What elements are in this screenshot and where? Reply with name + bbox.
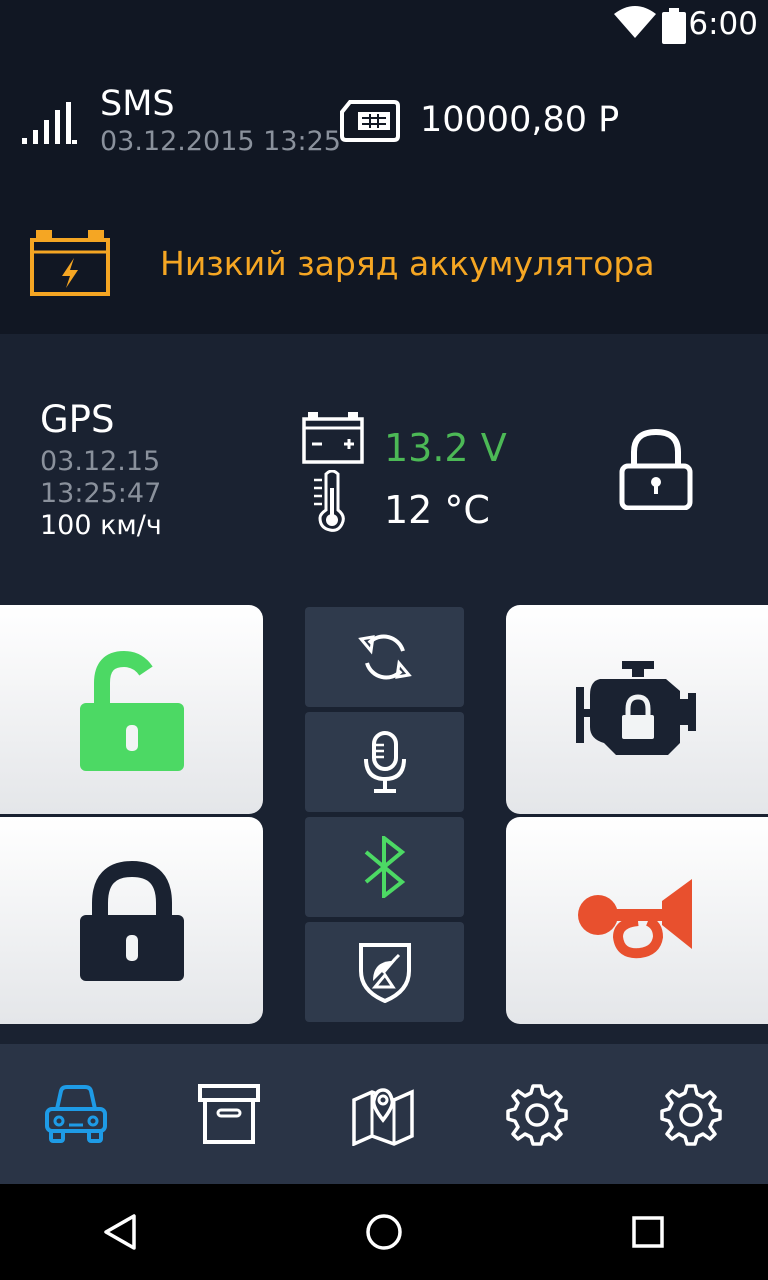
lock-icon (80, 860, 184, 981)
gps-speed: 100 км/ч (40, 510, 162, 541)
bluetooth-icon (364, 836, 405, 898)
gear-icon (660, 1084, 722, 1146)
car-icon (45, 1085, 107, 1143)
gps-time: 13:25:47 (40, 478, 162, 509)
back-triangle-icon (104, 1214, 136, 1250)
tab-map[interactable] (348, 1080, 418, 1150)
sim-card-icon (340, 100, 400, 146)
microphone-button[interactable] (305, 712, 464, 812)
sms-date: 03.12.2015 13:25 (100, 126, 341, 157)
unlock-icon (80, 650, 184, 771)
low-battery-alert-text: Низкий заряд аккумулятора (160, 244, 655, 283)
wifi-icon (614, 6, 656, 42)
tab-archive[interactable] (194, 1080, 264, 1150)
sms-title: SMS (100, 84, 175, 124)
satellite-shield-icon (358, 943, 411, 1003)
unlock-button[interactable] (0, 605, 263, 814)
bluetooth-button[interactable] (305, 817, 464, 917)
sync-icon (357, 634, 412, 680)
battery-icon (662, 8, 686, 48)
balance: 10000,80 Р (420, 100, 620, 140)
engine-lock-icon (576, 661, 696, 755)
nav-home-button[interactable] (358, 1206, 410, 1258)
engine-temperature: 12 °C (384, 488, 490, 532)
engine-lock-button[interactable] (506, 605, 768, 814)
horn-button[interactable] (506, 817, 768, 1024)
tab-settings-primary[interactable] (502, 1080, 572, 1150)
sync-button[interactable] (305, 607, 464, 707)
satellite-shield-button[interactable] (305, 922, 464, 1022)
map-icon (352, 1088, 414, 1146)
battery-voltage: 13.2 V (384, 426, 507, 470)
gps-date: 03.12.15 (40, 446, 161, 477)
microphone-icon (363, 731, 406, 793)
low-battery-alert-icon (30, 230, 110, 300)
nav-recent-button[interactable] (622, 1206, 674, 1258)
status-time: 6:00 (688, 6, 758, 42)
gps-title: GPS (40, 398, 115, 441)
archive-icon (198, 1084, 260, 1144)
lock-button[interactable] (0, 817, 263, 1024)
car-battery-icon (302, 412, 364, 468)
padlock-closed-icon (618, 428, 694, 514)
horn-icon (578, 879, 692, 959)
thermometer-icon (312, 469, 346, 536)
tab-settings-secondary[interactable] (656, 1080, 726, 1150)
tab-car[interactable] (41, 1080, 111, 1150)
nav-back-button[interactable] (94, 1206, 146, 1258)
recent-square-icon (632, 1216, 664, 1248)
signal-icon (22, 102, 78, 150)
gear-icon (506, 1084, 568, 1146)
home-circle-icon (366, 1214, 402, 1250)
